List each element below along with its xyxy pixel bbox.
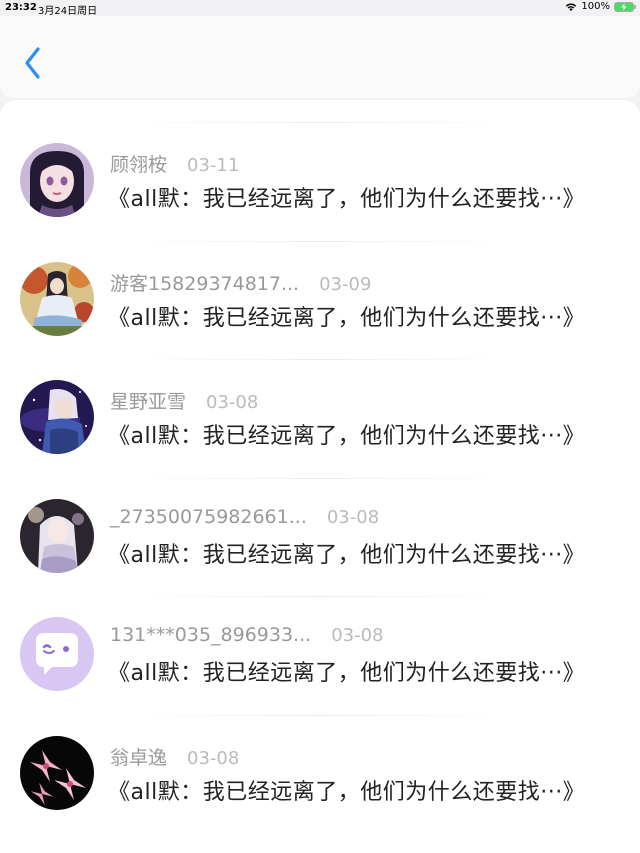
item-title[interactable]: 《all默：我已经远离了，他们为什么还要找···》: [108, 774, 585, 806]
status-indicators: 100%: [565, 1, 636, 12]
back-button[interactable]: [22, 46, 46, 80]
status-date: 3月24日周日: [38, 6, 98, 17]
username[interactable]: 星野亚雪: [110, 387, 186, 414]
avatar[interactable]: [20, 261, 94, 336]
item-meta: 顾翎桉 03-11: [110, 150, 239, 177]
item-title[interactable]: 《all默：我已经远离了，他们为什么还要找···》: [108, 181, 585, 213]
comment-list: 顾翎桉 03-11 《all默：我已经远离了，他们为什么还要找···》 游客1582…: [0, 100, 640, 853]
list-item[interactable]: 131***035_896933... 03-08 《all默：我已经远离了，他们为…: [0, 574, 640, 692]
item-date: 03-09: [319, 273, 372, 295]
item-meta: 游客15829374817... 03-09: [110, 269, 371, 296]
item-date: 03-08: [331, 625, 384, 646]
username[interactable]: _27350075982661...: [110, 506, 307, 528]
username[interactable]: 131***035_896933...: [110, 624, 311, 646]
item-date: 03-08: [206, 392, 259, 413]
username[interactable]: 翁卓逸: [110, 743, 167, 770]
item-meta: 131***035_896933... 03-08: [110, 624, 384, 646]
list-item[interactable]: 翁卓逸 03-08 《all默：我已经远离了，他们为什么还要找···》: [0, 693, 640, 811]
username[interactable]: 游客15829374817...: [110, 269, 299, 296]
list-item[interactable]: 星野亚雪 03-08 《all默：我已经远离了，他们为什么还要找···》: [0, 337, 640, 455]
chevron-left-icon: [25, 47, 40, 79]
row-divider: [130, 122, 510, 123]
item-meta: 星野亚雪 03-08: [110, 387, 258, 414]
row-divider: [130, 240, 510, 242]
status-bar: 23:32 3月24日周日 100%: [0, 0, 640, 17]
username[interactable]: 顾翎桉: [110, 150, 167, 177]
list-item[interactable]: _27350075982661... 03-08 《all默：我已经远离了，他们为什…: [0, 456, 640, 574]
item-meta: 翁卓逸 03-08: [110, 743, 239, 770]
item-date: 03-08: [326, 506, 380, 528]
avatar[interactable]: [20, 498, 94, 573]
battery-icon: [614, 1, 636, 12]
list-item[interactable]: 顾翎桉 03-11 《all默：我已经远离了，他们为什么还要找···》: [0, 100, 640, 218]
avatar[interactable]: [20, 735, 94, 810]
status-time: 23:32: [5, 2, 37, 13]
item-date: 03-11: [187, 155, 240, 176]
avatar[interactable]: [20, 380, 94, 454]
row-divider: [130, 714, 510, 716]
row-divider: [130, 359, 510, 360]
row-divider: [130, 596, 510, 597]
row-divider: [130, 477, 510, 479]
item-meta: _27350075982661... 03-08: [110, 506, 379, 528]
nav-bar: [0, 16, 640, 98]
item-title[interactable]: 《all默：我已经远离了，他们为什么还要找···》: [108, 655, 585, 687]
item-title[interactable]: 《all默：我已经远离了，他们为什么还要找···》: [108, 537, 585, 569]
battery-percent: 100%: [581, 1, 610, 12]
item-title[interactable]: 《all默：我已经远离了，他们为什么还要找···》: [108, 300, 585, 332]
avatar[interactable]: [20, 617, 94, 691]
wifi-icon: [565, 2, 577, 12]
list-item[interactable]: 游客15829374817... 03-09 《all默：我已经远离了，他们为什么还…: [0, 219, 640, 337]
item-date: 03-08: [187, 747, 240, 769]
avatar[interactable]: [20, 143, 94, 217]
item-title[interactable]: 《all默：我已经远离了，他们为什么还要找···》: [108, 418, 585, 450]
